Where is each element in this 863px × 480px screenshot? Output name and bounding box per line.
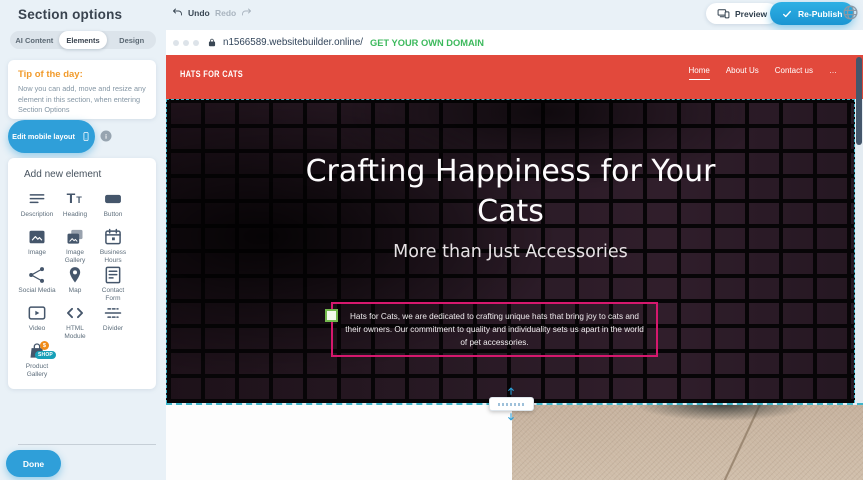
preview-label: Preview: [735, 9, 767, 19]
form-icon: [103, 265, 123, 285]
nav-item[interactable]: About Us: [726, 66, 759, 80]
element-label: HTML Module: [56, 325, 94, 342]
done-label: Done: [23, 459, 44, 469]
undo-button[interactable]: Undo: [172, 7, 210, 19]
hero-heading[interactable]: Crafting Happiness for Your Cats: [271, 152, 751, 232]
element-item[interactable]: Image Gallery: [56, 227, 94, 265]
scrollbar-thumb[interactable]: [856, 57, 862, 145]
cat-photo[interactable]: [512, 405, 863, 480]
calendar-icon: [103, 227, 123, 247]
text-lines-icon: [27, 189, 47, 209]
element-label: Image: [28, 249, 46, 257]
globe-icon[interactable]: [842, 4, 859, 21]
code-icon: [65, 303, 85, 323]
element-label: Business Hours: [94, 249, 132, 266]
undo-label: Undo: [188, 8, 210, 18]
map-pin-icon: [65, 265, 85, 285]
mobile-phone-icon: [81, 129, 91, 144]
section-resize-handle[interactable]: [489, 397, 534, 411]
element-label: Button: [104, 211, 123, 219]
element-item[interactable]: Image: [18, 227, 56, 265]
svg-text:T: T: [67, 191, 76, 207]
sidebar-divider: [18, 444, 156, 445]
drag-handle[interactable]: [325, 309, 338, 322]
edit-mobile-layout-button[interactable]: Edit mobile layout: [8, 120, 95, 153]
browser-dot: [173, 40, 179, 46]
tip-of-the-day-card: Tip of the day: Now you can add, move an…: [8, 60, 156, 119]
tip-body: Now you can add, move and resize any ele…: [18, 84, 146, 116]
element-label: Heading: [63, 211, 87, 219]
sidebar-tab[interactable]: Design: [107, 31, 156, 49]
redo-label: Redo: [215, 8, 236, 18]
hero-body-text: Hats for Cats, we are dedicated to craft…: [345, 312, 644, 347]
element-label: Description: [21, 211, 54, 219]
share-icon: [27, 265, 47, 285]
edit-mobile-label: Edit mobile layout: [12, 132, 75, 141]
nav-item[interactable]: Home: [689, 66, 710, 80]
nav-item[interactable]: Contact us: [775, 66, 813, 80]
next-section[interactable]: [166, 405, 512, 480]
element-label: Social Media: [18, 287, 55, 295]
sidebar-tabs: AI Content Elements Design: [10, 31, 156, 49]
sidebar-tab[interactable]: AI Content: [10, 31, 59, 49]
shop-badge: SHOP: [35, 351, 56, 359]
check-icon: [782, 9, 792, 19]
element-item[interactable]: Description: [18, 189, 56, 227]
republish-label: Re-Publish: [798, 9, 842, 19]
element-grid: Description TT Heading Button Image: [13, 189, 156, 379]
element-item[interactable]: TT Heading: [56, 189, 94, 227]
browser-bar: n1566589.websitebuilder.online/ GET YOUR…: [166, 30, 863, 55]
undo-icon: [172, 7, 184, 19]
site-header: HATS FOR CATS Home About Us Contact us …: [166, 55, 863, 99]
redo-icon: [240, 7, 252, 19]
tip-title: Tip of the day:: [18, 69, 146, 80]
site-logo[interactable]: HATS FOR CATS: [180, 69, 243, 80]
element-item[interactable]: Social Media: [18, 265, 56, 303]
button-icon: [103, 189, 123, 209]
info-icon[interactable]: i: [100, 130, 112, 142]
divider-icon: [103, 303, 123, 323]
element-label: Divider: [103, 325, 123, 333]
add-new-element-panel: Add new element Description TT Heading B…: [8, 158, 156, 389]
element-item[interactable]: Divider: [94, 303, 132, 341]
image-gallery-icon: [65, 227, 85, 247]
element-item[interactable]: Button: [94, 189, 132, 227]
browser-dot: [193, 40, 199, 46]
sidebar-tab[interactable]: Elements: [59, 31, 108, 49]
hero-text-block[interactable]: Hats for Cats, we are dedicated to craft…: [331, 302, 658, 357]
arrow-up-icon: [506, 386, 516, 396]
element-item[interactable]: Video: [18, 303, 56, 341]
video-icon: [27, 303, 47, 323]
element-item[interactable]: HTML Module: [56, 303, 94, 341]
element-item[interactable]: SHOP Product Gallery: [18, 341, 56, 379]
element-label: Image Gallery: [56, 249, 94, 266]
svg-text:i: i: [105, 134, 107, 141]
element-item[interactable]: Contact Form: [94, 265, 132, 303]
site-nav: Home About Us Contact us …: [689, 66, 838, 80]
element-item[interactable]: Business Hours: [94, 227, 132, 265]
element-label: Video: [29, 325, 46, 333]
arrow-down-icon: [506, 412, 516, 422]
element-label: Contact Form: [94, 287, 132, 304]
get-domain-link[interactable]: GET YOUR OWN DOMAIN: [370, 38, 484, 48]
nav-item[interactable]: …: [829, 66, 837, 80]
heading-icon: TT: [65, 189, 85, 209]
done-button[interactable]: Done: [6, 450, 61, 477]
element-label: Product Gallery: [18, 363, 56, 380]
browser-dot: [183, 40, 189, 46]
lock-icon: [207, 37, 217, 48]
site-url: n1566589.websitebuilder.online/: [223, 37, 363, 48]
devices-icon: [717, 7, 730, 20]
hero-subheading[interactable]: More than Just Accessories: [167, 242, 854, 262]
preview-button[interactable]: Preview: [706, 3, 778, 24]
hero-section[interactable]: Crafting Happiness for Your Cats More th…: [166, 99, 855, 403]
element-item[interactable]: Map: [56, 265, 94, 303]
add-element-title: Add new element: [24, 169, 156, 180]
element-label: Map: [69, 287, 82, 295]
page-title: Section options: [18, 7, 122, 22]
redo-button[interactable]: Redo: [215, 7, 252, 19]
image-icon: [27, 227, 47, 247]
svg-text:T: T: [76, 195, 82, 205]
